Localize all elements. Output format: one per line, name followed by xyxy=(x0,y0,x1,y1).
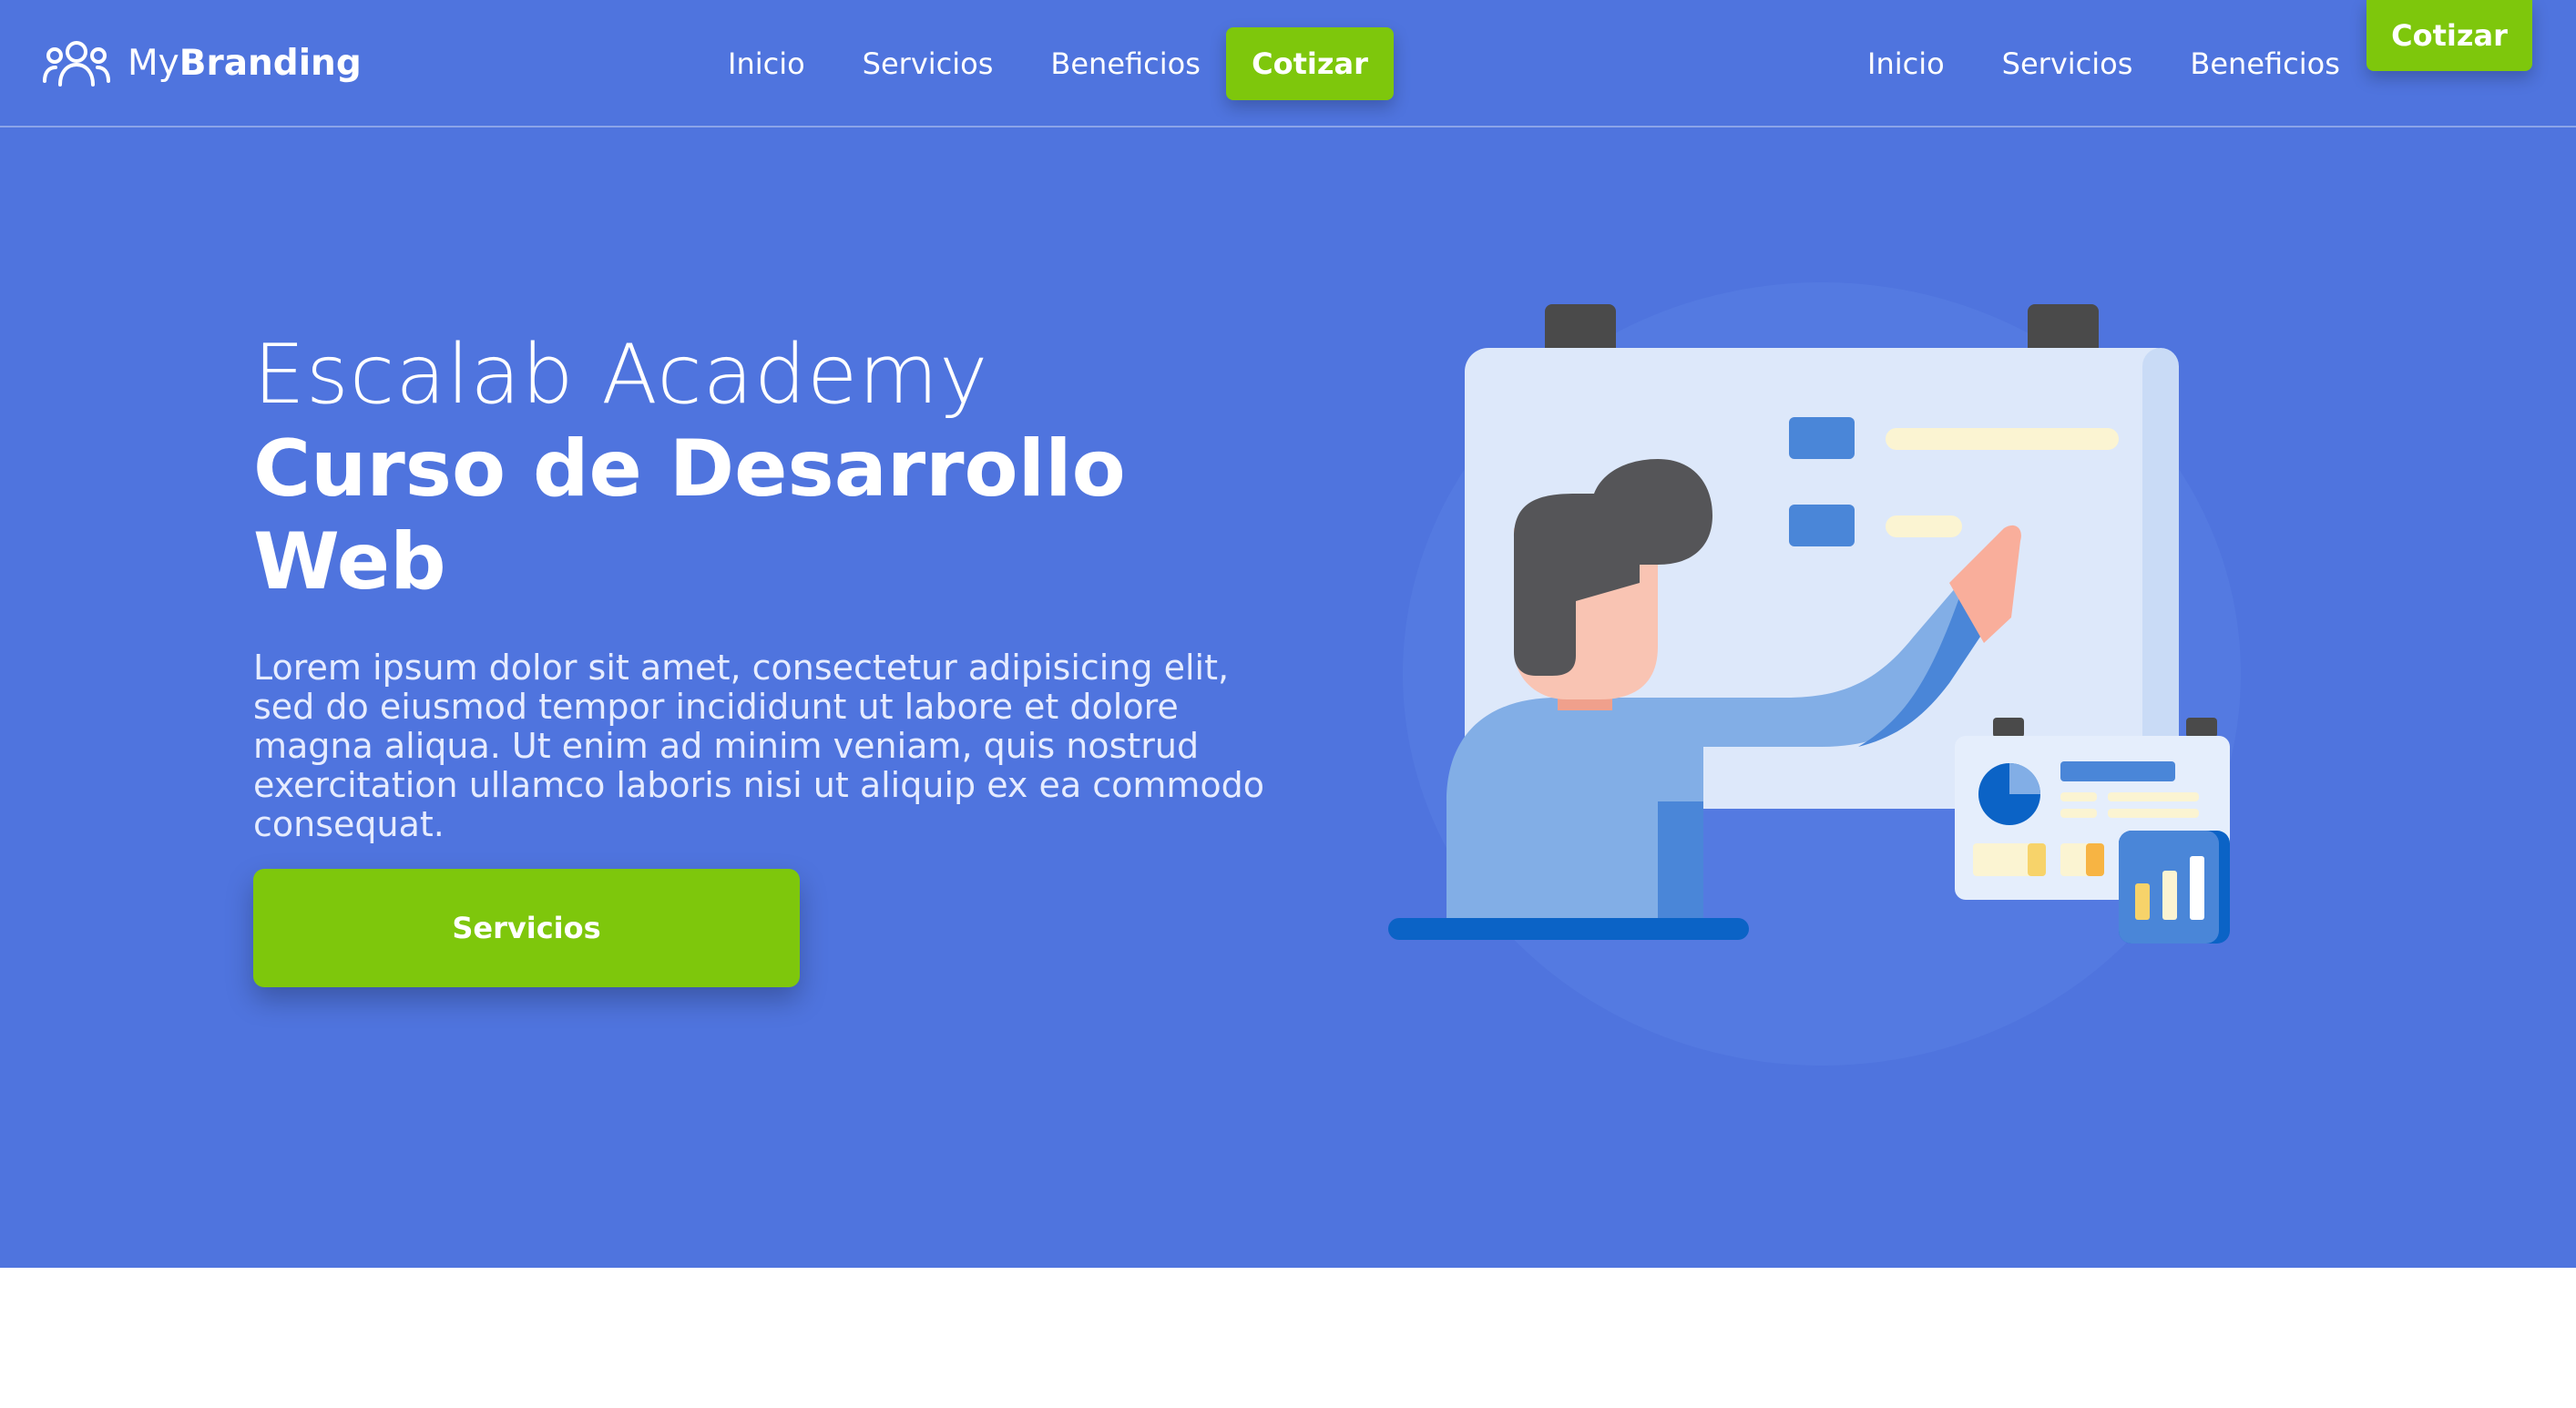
board-line-2 xyxy=(1886,515,1962,537)
bar-3 xyxy=(2190,856,2204,920)
nav-link-servicios-secondary[interactable]: Servicios xyxy=(2002,46,2133,81)
bar-2 xyxy=(2162,871,2177,920)
card-clip-left xyxy=(1993,718,2024,738)
servicios-button[interactable]: Servicios xyxy=(253,869,800,987)
cotizar-button[interactable]: Cotizar xyxy=(1226,27,1394,100)
board-clip-left xyxy=(1545,304,1616,355)
hero-content: Escalab Academy Curso de Desarrollo Web … xyxy=(253,328,1301,879)
page: MyBranding Inicio Servicios Beneficios C… xyxy=(0,0,2576,1408)
person-sleeve-shade xyxy=(1658,801,1703,918)
secondary-nav: Inicio Servicios Beneficios xyxy=(1867,27,2340,100)
users-icon xyxy=(43,41,110,87)
nav-link-beneficios-secondary[interactable]: Beneficios xyxy=(2190,46,2340,81)
nav-link-servicios[interactable]: Servicios xyxy=(863,46,994,81)
card-line-2 xyxy=(2108,792,2199,801)
brand-name-light: My xyxy=(128,42,179,84)
nav-link-beneficios[interactable]: Beneficios xyxy=(1050,46,1201,81)
nav-link-inicio[interactable]: Inicio xyxy=(728,46,805,81)
board-clip-right xyxy=(2028,304,2099,355)
board-item-2 xyxy=(1789,505,1855,546)
hero-title-bold: Curso de Desarrollo Web xyxy=(253,423,1126,607)
hero-title-light: Escalab Academy xyxy=(253,327,989,423)
hero-description: Lorem ipsum dolor sit amet, consectetur … xyxy=(253,648,1265,844)
card-clip-right xyxy=(2186,718,2217,738)
brand-logo[interactable]: MyBranding xyxy=(42,31,362,95)
card-line-3 xyxy=(2060,809,2097,818)
card-chip-1-accent xyxy=(2028,843,2046,876)
primary-nav: Inicio Servicios Beneficios xyxy=(728,27,1230,100)
nav-link-inicio-secondary[interactable]: Inicio xyxy=(1867,46,1945,81)
next-section-title-peek xyxy=(1093,1371,1457,1408)
card-line-1 xyxy=(2060,792,2097,801)
card-line-4 xyxy=(2108,809,2199,818)
card-bar-header xyxy=(2060,761,2175,781)
board-item-1 xyxy=(1789,417,1855,459)
desk xyxy=(1388,918,1749,940)
brand-name: MyBranding xyxy=(128,43,362,84)
teacher-whiteboard-illustration xyxy=(1388,282,2241,1066)
bar-1 xyxy=(2135,883,2150,920)
cotizar-button-secondary[interactable]: Cotizar xyxy=(2366,0,2532,71)
card-chip-2-accent xyxy=(2086,843,2104,876)
site-header: MyBranding Inicio Servicios Beneficios C… xyxy=(0,0,2576,128)
board-line-1 xyxy=(1886,428,2119,450)
brand-name-bold: Branding xyxy=(179,42,362,84)
